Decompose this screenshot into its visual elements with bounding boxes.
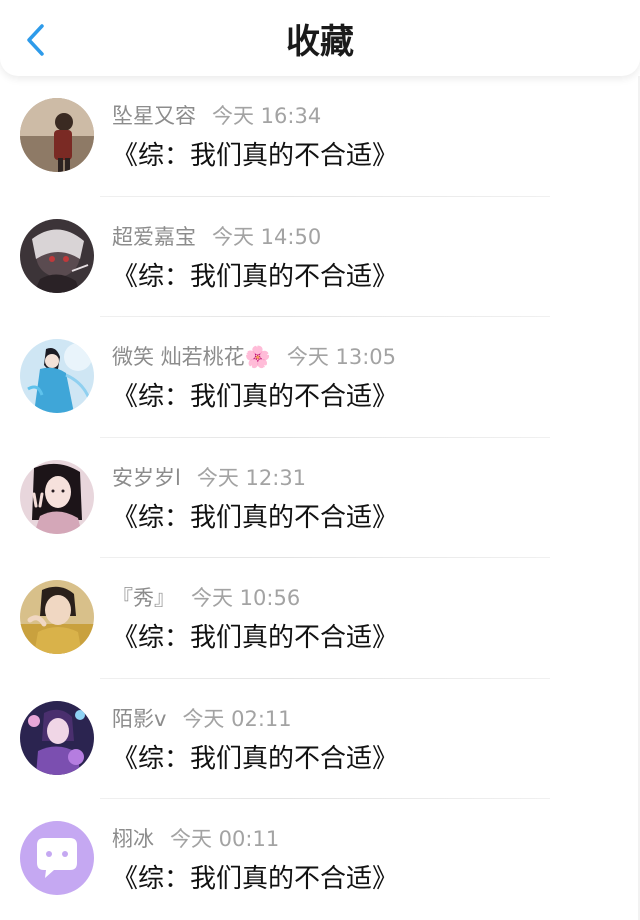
item-meta: 『秀』 今天 10:56 <box>112 584 300 612</box>
user-name: 陌影v <box>112 706 167 731</box>
message-text: 《综：我们真的不合适》 <box>112 864 399 894</box>
favorites-screen: 收藏 坠星又容 今天 16:34 《综：我们真的不合适》 超爱嘉宝 今天 14:… <box>0 0 640 920</box>
avatar[interactable] <box>20 98 94 172</box>
list-item[interactable]: 陌影v 今天 02:11 《综：我们真的不合适》 <box>0 679 640 799</box>
user-name: 超爱嘉宝 <box>112 224 196 249</box>
item-meta: 栩冰 今天 00:11 <box>112 825 279 853</box>
timestamp: 今天 14:50 <box>212 224 322 249</box>
avatar[interactable] <box>20 459 94 534</box>
message-text: 《综：我们真的不合适》 <box>112 623 399 653</box>
list-item[interactable]: 微笑 灿若桃花🌸 今天 13:05 《综：我们真的不合适》 <box>0 317 640 438</box>
timestamp: 今天 02:11 <box>182 706 292 731</box>
avatar[interactable] <box>20 218 94 293</box>
item-meta: 微笑 灿若桃花🌸 今天 13:05 <box>112 343 396 371</box>
timestamp: 今天 16:34 <box>212 104 322 128</box>
message-text: 《综：我们真的不合适》 <box>112 261 399 292</box>
user-name: 『秀』 <box>112 586 175 610</box>
list-item[interactable]: 安岁岁l 今天 12:31 《综：我们真的不合适》 <box>0 438 640 558</box>
user-name: 微笑 灿若桃花🌸 <box>112 345 271 369</box>
avatar[interactable] <box>20 339 94 413</box>
top-bar: 收藏 <box>0 0 640 76</box>
page-title: 收藏 <box>286 22 354 62</box>
avatar[interactable] <box>20 821 94 895</box>
timestamp: 今天 10:56 <box>191 586 301 610</box>
list-item[interactable]: 栩冰 今天 00:11 《综：我们真的不合适》 <box>0 799 640 920</box>
avatar[interactable] <box>20 700 94 775</box>
list-item[interactable]: 『秀』 今天 10:56 《综：我们真的不合适》 <box>0 558 640 679</box>
timestamp: 今天 12:31 <box>196 465 307 490</box>
message-text: 《综：我们真的不合适》 <box>112 382 399 412</box>
user-name: 栩冰 <box>112 827 154 851</box>
item-meta: 安岁岁l 今天 12:31 <box>112 464 306 492</box>
message-text: 《综：我们真的不合适》 <box>112 743 399 774</box>
message-text: 《综：我们真的不合适》 <box>112 141 399 171</box>
favorites-list: 坠星又容今天 16:34 《综：我们真的不合适》 超爱嘉宝今天 14:50 <box>0 76 640 920</box>
timestamp: 今天 13:05 <box>286 345 397 369</box>
user-name: 安岁岁l <box>112 465 181 490</box>
chat-bubble-icon <box>20 821 94 895</box>
list-item[interactable]: 坠星又容 今天 16:34 《综：我们真的不合适》 <box>0 76 640 197</box>
item-meta: 陌影v 今天 02:11 <box>112 705 292 733</box>
avatar[interactable] <box>20 580 94 654</box>
message-text: 《综：我们真的不合适》 <box>112 502 399 533</box>
item-meta: 超爱嘉宝 今天 14:50 <box>112 223 321 251</box>
list-item[interactable]: 超爱嘉宝 今天 14:50 《综：我们真的不合适》 <box>0 197 640 317</box>
user-name: 坠星又容 <box>112 104 196 128</box>
timestamp: 今天 00:11 <box>170 827 280 851</box>
item-meta: 坠星又容 今天 16:34 <box>112 102 321 130</box>
